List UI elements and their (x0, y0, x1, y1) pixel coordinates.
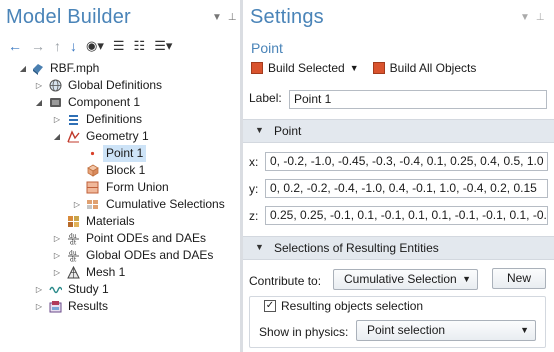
collapsed-arrow-icon[interactable]: ▷ (52, 264, 62, 281)
model-builder-title: Model Builder (6, 6, 131, 28)
settings-panel: Settings ▼ ⊥ Point Build Selected ▼ Build… (243, 0, 554, 352)
move-down-icon[interactable]: ↓ (70, 38, 77, 54)
materials-icon (68, 216, 79, 227)
z-label: z: (249, 209, 259, 223)
panel-menu-icon[interactable]: ▼ (520, 12, 530, 23)
cumulative-selections-icon (87, 200, 98, 209)
model-file-icon (33, 64, 43, 75)
tree-node-materials[interactable]: Materials (0, 213, 240, 230)
resulting-objects-checkbox[interactable]: ✓ (264, 300, 276, 312)
tree-node-definitions[interactable]: ▷ Definitions (0, 111, 240, 128)
tree-node-root[interactable]: ◢ RBF.mph (0, 60, 240, 77)
tree-node-mesh[interactable]: ▷ Mesh 1 (0, 264, 240, 281)
resulting-objects-label: Resulting objects selection (281, 299, 424, 313)
x-label: x: (249, 155, 259, 169)
svg-text:dt: dt (70, 240, 77, 246)
tree-node-results[interactable]: ▷ Results (0, 298, 240, 315)
point-section-header[interactable]: ▼ Point (243, 119, 554, 143)
build-icon (251, 62, 263, 74)
mesh-icon (67, 266, 80, 279)
show-options-icon[interactable]: ◉▾ (86, 38, 104, 54)
back-arrow-icon[interactable]: ← (8, 38, 22, 54)
dropdown-arrow-icon[interactable]: ▼ (350, 63, 359, 73)
move-up-icon[interactable]: ↑ (54, 38, 61, 54)
ode-icon: dudt (68, 233, 79, 246)
y-label: y: (249, 182, 259, 196)
new-button[interactable]: New (492, 268, 546, 289)
model-builder-toolbar: ← → ↑ ↓ ◉▾ ☰ ☷ ☰▾ (8, 37, 172, 55)
tree-node-form-union[interactable]: Form Union (0, 179, 240, 196)
collapsed-arrow-icon[interactable]: ▷ (34, 281, 44, 298)
component-icon (50, 98, 61, 107)
tree-node-cumulative-selections[interactable]: ▷ Cumulative Selections (0, 196, 240, 213)
forward-arrow-icon[interactable]: → (31, 38, 45, 54)
globe-icon (49, 79, 62, 92)
label-field[interactable]: Point 1 (289, 90, 547, 109)
selections-section-header[interactable]: ▼ Selections of Resulting Entities (243, 236, 554, 260)
settings-actions: Build Selected ▼ Build All Objects (251, 61, 476, 75)
label-caption: Label: (249, 91, 282, 105)
collapsed-arrow-icon[interactable]: ▷ (34, 77, 44, 94)
panel-menu-icon[interactable]: ▼ (212, 12, 222, 23)
z-coordinates-field[interactable]: 0.25, 0.25, -0.1, 0.1, -0.1, 0.1, 0.1, -… (265, 206, 548, 225)
build-selected-button[interactable]: Build Selected ▼ (251, 61, 359, 75)
collapsed-arrow-icon[interactable]: ▷ (72, 196, 82, 213)
geometry-icon (67, 130, 80, 143)
x-coordinates-field[interactable]: 0, -0.2, -1.0, -0.45, -0.3, -0.4, 0.1, 0… (265, 152, 548, 171)
contribute-to-select[interactable]: Cumulative Selection ▼ (333, 269, 478, 290)
model-builder-panel: Model Builder ▼ ⊥ ← → ↑ ↓ ◉▾ ☰ ☷ ☰▾ ◢ RBF… (0, 0, 240, 352)
study-icon (49, 286, 62, 294)
settings-title: Settings (250, 6, 324, 28)
dropdown-arrow-icon: ▼ (520, 325, 529, 335)
collapsed-arrow-icon[interactable]: ▷ (52, 247, 62, 264)
build-all-icon (372, 62, 385, 74)
collapse-all-icon[interactable]: ☰ (113, 38, 125, 54)
collapsed-arrow-icon[interactable]: ▷ (52, 111, 62, 128)
show-in-physics-label: Show in physics: (259, 325, 349, 339)
ode-icon: dudt (68, 250, 79, 263)
tree-node-point-odes[interactable]: ▷ du dt Point ODEs and DAEs (0, 230, 240, 247)
expanded-arrow-icon[interactable]: ◢ (52, 128, 62, 145)
expanded-arrow-icon[interactable]: ◢ (18, 60, 28, 77)
collapsed-arrow-icon[interactable]: ▷ (34, 298, 44, 315)
build-all-button[interactable]: Build All Objects (372, 61, 476, 75)
collapsed-arrow-icon[interactable]: ▷ (52, 230, 62, 247)
expand-all-icon[interactable]: ☷ (134, 38, 146, 54)
tree-node-point-1[interactable]: Point 1 (0, 145, 240, 162)
block-icon (87, 164, 99, 177)
results-icon (49, 301, 62, 313)
dropdown-arrow-icon: ▼ (462, 274, 471, 284)
model-tree: ◢ RBF.mph ▷ Global Definitions ◢ Compone… (0, 60, 240, 315)
tree-node-geometry[interactable]: ◢ Geometry 1 (0, 128, 240, 145)
y-coordinates-field[interactable]: 0, 0.2, -0.2, -0.4, -1.0, 0.4, -0.1, 1.0… (265, 179, 548, 198)
tree-node-global-odes[interactable]: ▷ du dt Global ODEs and DAEs (0, 247, 240, 264)
expanded-arrow-icon[interactable]: ◢ (34, 94, 44, 111)
point-icon (90, 151, 95, 156)
tree-node-study[interactable]: ▷ Study 1 (0, 281, 240, 298)
definitions-icon (69, 115, 78, 125)
tree-node-block-1[interactable]: Block 1 (0, 162, 240, 179)
view-options-icon[interactable]: ☰▾ (154, 38, 172, 54)
pin-icon[interactable]: ⊥ (536, 12, 545, 23)
tree-node-global-definitions[interactable]: ▷ Global Definitions (0, 77, 240, 94)
settings-subtitle: Point (251, 40, 283, 56)
section-expanded-icon: ▼ (255, 125, 264, 135)
form-union-icon (86, 181, 99, 194)
section-expanded-icon: ▼ (255, 242, 264, 252)
contribute-to-label: Contribute to: (249, 274, 322, 288)
show-in-physics-select[interactable]: Point selection ▼ (356, 320, 536, 341)
svg-text:dt: dt (70, 257, 77, 263)
tree-node-component[interactable]: ◢ Component 1 (0, 94, 240, 111)
pin-icon[interactable]: ⊥ (228, 12, 237, 23)
